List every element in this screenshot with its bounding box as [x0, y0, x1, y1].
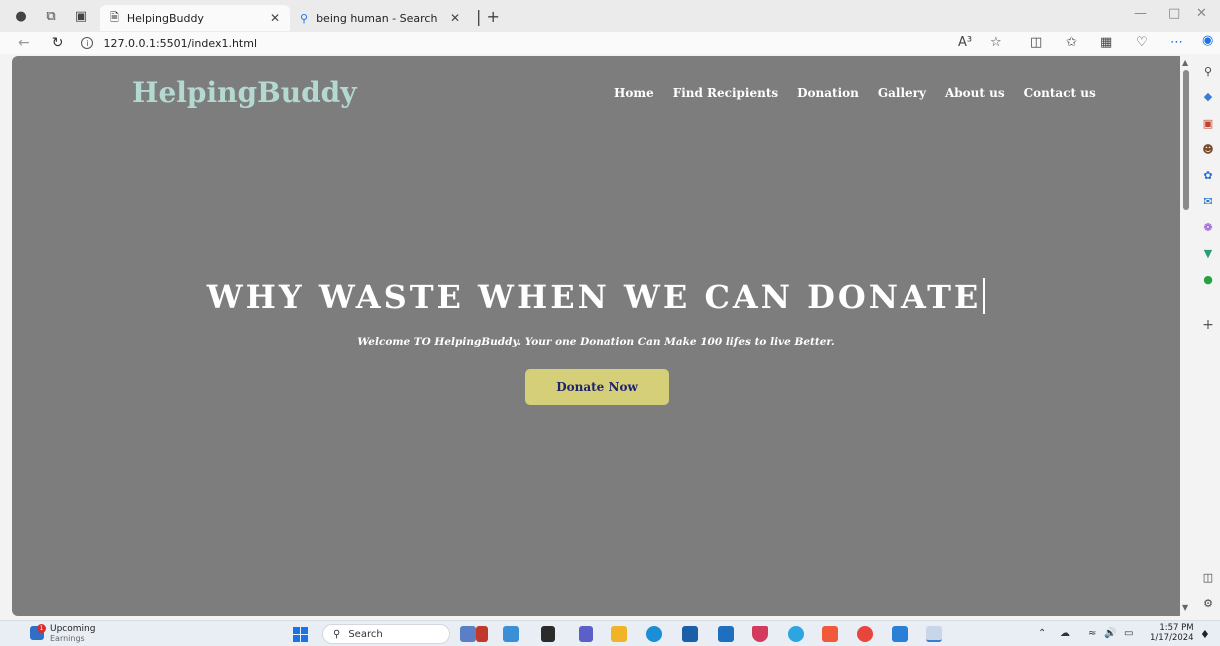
- tag-icon[interactable]: ◆: [1201, 89, 1215, 103]
- notification-badge: 1: [37, 624, 46, 633]
- favorite-star-icon[interactable]: ☆: [990, 35, 1002, 50]
- back-icon[interactable]: ←: [18, 35, 30, 51]
- pocket-icon[interactable]: [752, 626, 768, 642]
- taskbar: 1 Upcoming Earnings ⚲ Search ⌃ ☁ ≈ 🔊 ▭ 1…: [0, 620, 1220, 646]
- page-icon: 🗎: [110, 10, 119, 24]
- nav-gallery[interactable]: Gallery: [878, 86, 926, 100]
- scroll-down-icon[interactable]: ▼: [1182, 603, 1188, 612]
- more-options-icon[interactable]: ⋯: [1170, 35, 1183, 50]
- snipping-tool-icon[interactable]: [926, 626, 942, 642]
- nav-home[interactable]: Home: [614, 86, 654, 100]
- hero-title-text: WHY WASTE WHEN WE CAN DONATE: [206, 278, 982, 316]
- scroll-up-icon[interactable]: ▲: [1182, 58, 1188, 67]
- profile-icon[interactable]: ●: [12, 7, 30, 25]
- system-clock[interactable]: 1:57 PM 1/17/2024: [1150, 623, 1194, 643]
- page-viewport: HelpingBuddy Home Find Recipients Donati…: [12, 56, 1180, 616]
- task-view-icon[interactable]: [541, 626, 555, 642]
- tab-title: HelpingBuddy: [126, 11, 204, 25]
- skype-icon[interactable]: [788, 626, 804, 642]
- page-scrollbar[interactable]: ▲ ▼: [1180, 56, 1192, 616]
- edge-sidebar: ⚲ ◆ ▣ ☻ ✿ ✉ ❁ ▼ ● + ◫ ⚙: [1196, 56, 1220, 616]
- new-tab-icon[interactable]: | +: [476, 7, 500, 26]
- outlook-icon[interactable]: ✉: [1201, 194, 1215, 208]
- favorites-icon[interactable]: ✩: [1066, 35, 1077, 50]
- restore-icon[interactable]: □: [1168, 6, 1180, 21]
- info-icon[interactable]: i: [81, 37, 94, 49]
- reload-icon[interactable]: ↻: [52, 35, 64, 51]
- url-text: 127.0.0.1:5501/index1.html: [103, 36, 258, 50]
- browser-tab-bar: ● ⧉ ▣ 🗎 HelpingBuddy ✕ ⚲ being human - S…: [0, 0, 1220, 32]
- vscode-icon[interactable]: [892, 626, 908, 642]
- nav-donation[interactable]: Donation: [797, 86, 859, 100]
- nav-contact-us[interactable]: Contact us: [1024, 86, 1096, 100]
- hero-subtitle: Welcome TO HelpingBuddy. Your one Donati…: [357, 336, 835, 348]
- file-explorer-icon[interactable]: [611, 626, 627, 642]
- split-screen-icon[interactable]: ◫: [1030, 35, 1042, 50]
- sidebar-layout-icon[interactable]: ◫: [1201, 570, 1215, 584]
- xampp-icon[interactable]: [822, 626, 838, 642]
- copilot-icon[interactable]: ◉: [1202, 33, 1213, 48]
- start-icon[interactable]: [293, 627, 308, 642]
- whatsapp-icon[interactable]: ●: [1201, 272, 1215, 286]
- widget-text[interactable]: Upcoming Earnings: [50, 624, 95, 644]
- nav-about-us[interactable]: About us: [945, 86, 1005, 100]
- main-nav: Home Find Recipients Donation Gallery Ab…: [614, 86, 1096, 100]
- copilot-app-icon[interactable]: [460, 626, 476, 642]
- widget-title: Upcoming: [50, 624, 96, 634]
- chrome-icon[interactable]: [857, 626, 873, 642]
- designer-icon[interactable]: ❁: [1201, 220, 1215, 234]
- typing-caret: [983, 278, 986, 314]
- search-icon: ⚲: [333, 628, 341, 640]
- collections-icon[interactable]: ▦: [1100, 35, 1112, 50]
- chevron-up-icon[interactable]: ⌃: [1038, 628, 1046, 639]
- workspaces-icon[interactable]: ⧉: [42, 7, 60, 25]
- heart-icon[interactable]: ♡: [1136, 35, 1148, 50]
- donate-now-button[interactable]: Donate Now: [525, 369, 669, 405]
- office-icon[interactable]: ✿: [1201, 168, 1215, 182]
- battery-icon[interactable]: ▭: [1124, 628, 1133, 639]
- toolbox-icon[interactable]: ▣: [1201, 116, 1215, 130]
- wifi-icon[interactable]: ≈: [1088, 628, 1096, 639]
- people-icon[interactable]: ☻: [1201, 142, 1215, 156]
- taskbar-search[interactable]: ⚲ Search: [322, 624, 450, 644]
- add-icon[interactable]: +: [1201, 317, 1215, 333]
- notification-bell-icon[interactable]: ♦: [1200, 628, 1210, 641]
- scroll-thumb[interactable]: [1183, 70, 1189, 210]
- nav-find-recipients[interactable]: Find Recipients: [673, 86, 778, 100]
- shopping-icon[interactable]: ▼: [1201, 246, 1215, 260]
- search-icon[interactable]: ⚲: [1201, 64, 1215, 78]
- weather-widget-icon[interactable]: 1: [26, 624, 48, 644]
- clock-date: 1/17/2024: [1150, 633, 1194, 643]
- site-logo[interactable]: HelpingBuddy: [132, 76, 357, 109]
- close-window-icon[interactable]: ✕: [1196, 6, 1207, 21]
- widget-subtitle: Earnings: [50, 634, 85, 643]
- taskbar-search-label: Search: [348, 628, 383, 640]
- linkedin-icon[interactable]: [718, 626, 734, 642]
- gift-app-icon[interactable]: [476, 626, 488, 642]
- tab-actions-icon[interactable]: ▣: [72, 7, 90, 25]
- minimize-icon[interactable]: —: [1134, 6, 1147, 21]
- address-bar[interactable]: i 127.0.0.1:5501/index1.html: [81, 37, 257, 50]
- tab-search[interactable]: ⚲ being human - Search ✕: [290, 5, 470, 31]
- network-icon[interactable]: ☁: [1060, 628, 1070, 639]
- read-aloud-icon[interactable]: A³: [958, 35, 972, 50]
- close-tab-icon[interactable]: ✕: [450, 11, 460, 25]
- clock-time: 1:57 PM: [1159, 623, 1194, 633]
- volume-icon[interactable]: 🔊: [1104, 628, 1116, 639]
- hero-title: WHY WASTE WHEN WE CAN DONATE: [12, 278, 1180, 316]
- teams-icon[interactable]: [579, 626, 593, 642]
- search-icon: ⚲: [300, 11, 309, 25]
- photos-app-icon[interactable]: [503, 626, 519, 642]
- tab-title: being human - Search: [316, 11, 438, 25]
- tab-helpingbuddy[interactable]: 🗎 HelpingBuddy ✕: [100, 5, 290, 31]
- store-icon[interactable]: [682, 626, 698, 642]
- edge-icon[interactable]: [646, 626, 662, 642]
- settings-gear-icon[interactable]: ⚙: [1201, 596, 1215, 610]
- close-tab-icon[interactable]: ✕: [270, 11, 280, 25]
